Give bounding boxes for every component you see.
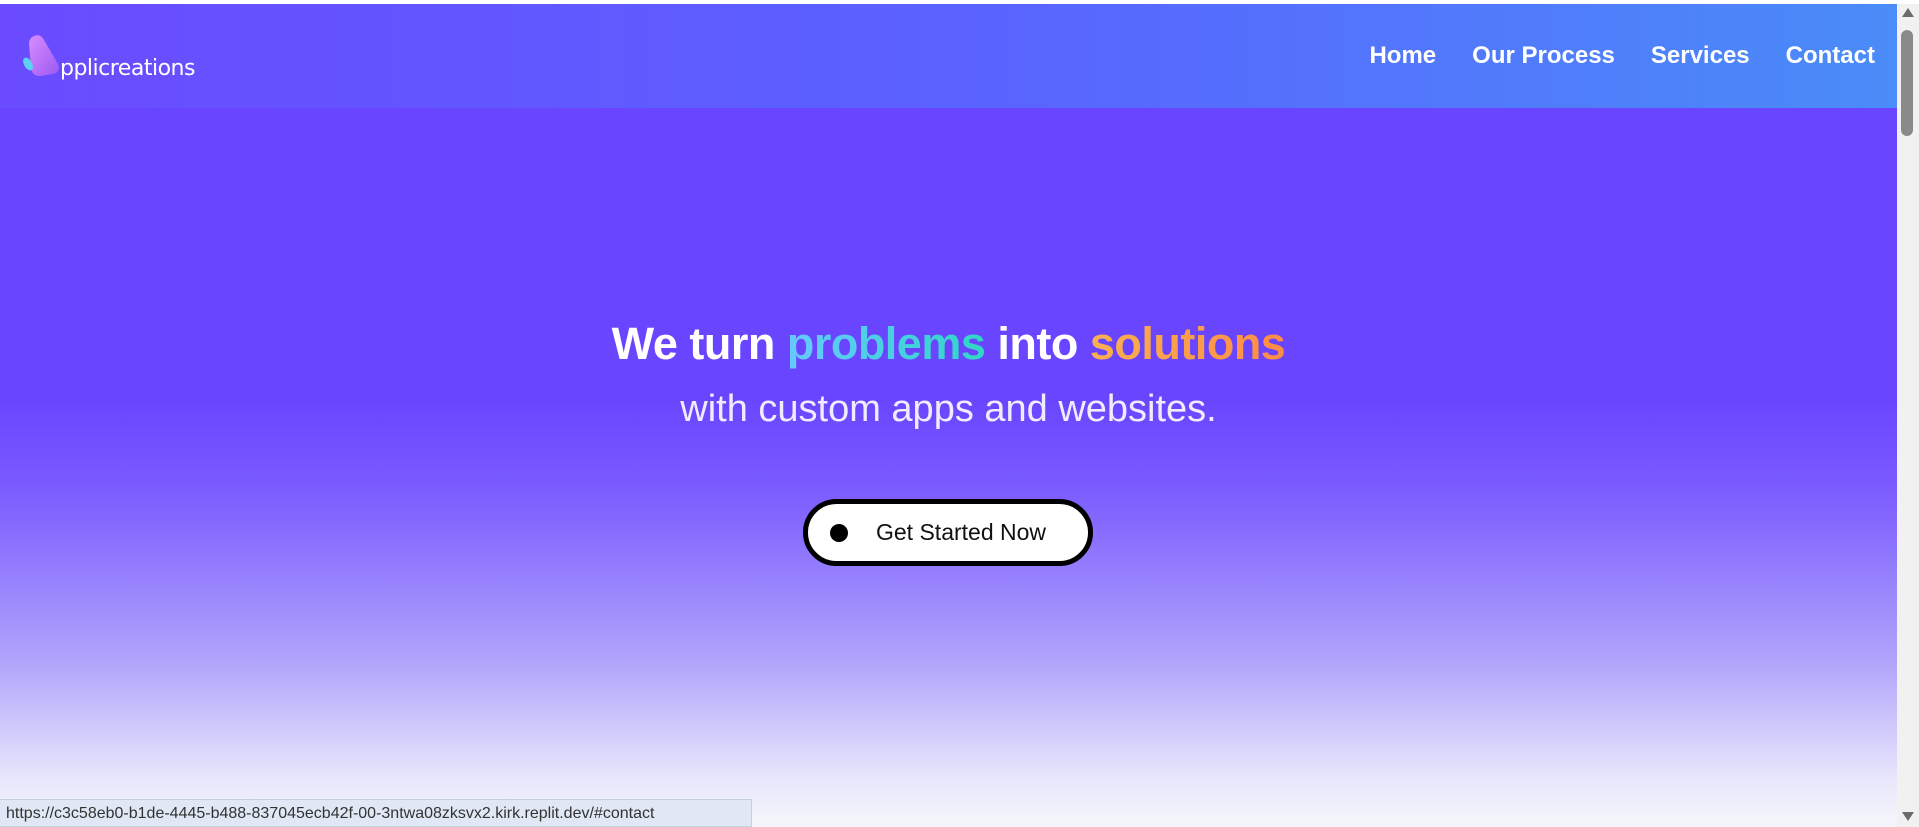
headline-text-2: into: [985, 318, 1090, 369]
nav-our-process[interactable]: Our Process: [1472, 42, 1615, 70]
page-viewport: pplicreations Home Our Process Services …: [0, 0, 1897, 827]
get-started-button[interactable]: Get Started Now: [803, 499, 1093, 566]
window-top-edge: [0, 0, 1919, 4]
bullet-dot-icon: [830, 523, 848, 542]
hero-headline: We turn problems into solutions: [0, 318, 1897, 370]
scroll-down-arrow-icon[interactable]: [1902, 812, 1914, 821]
scroll-up-arrow-icon[interactable]: [1902, 8, 1914, 17]
top-navbar: pplicreations Home Our Process Services …: [0, 4, 1897, 108]
scrollbar-thumb[interactable]: [1901, 30, 1913, 136]
headline-text-1: We turn: [611, 318, 787, 369]
main-nav: Home Our Process Services Contact: [1369, 42, 1875, 70]
headline-word-solutions: solutions: [1089, 318, 1286, 369]
vertical-scrollbar[interactable]: [1897, 0, 1919, 827]
nav-home[interactable]: Home: [1369, 42, 1436, 70]
browser-status-bar: https://c3c58eb0-b1de-4445-b488-837045ec…: [0, 799, 752, 827]
hero-subheadline: with custom apps and websites.: [680, 388, 1217, 430]
logo-mark-icon: [23, 35, 59, 76]
brand-logo[interactable]: pplicreations: [20, 34, 200, 84]
nav-contact[interactable]: Contact: [1786, 42, 1875, 70]
logo-text: pplicreations: [60, 56, 195, 81]
headline-word-problems: problems: [786, 318, 986, 369]
get-started-label: Get Started Now: [876, 519, 1047, 545]
nav-services[interactable]: Services: [1651, 42, 1750, 70]
